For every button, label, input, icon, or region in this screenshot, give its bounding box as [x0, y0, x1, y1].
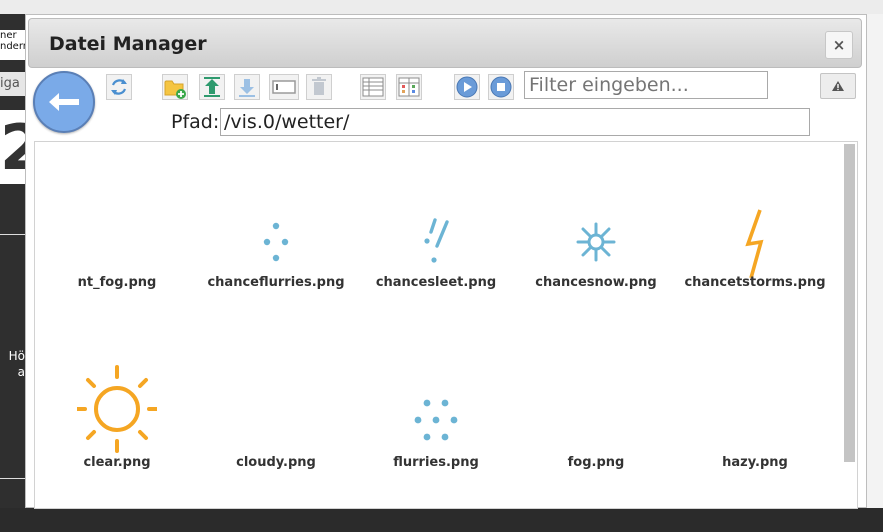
trash-icon: [306, 74, 332, 100]
file-item[interactable]: fog.png: [516, 362, 676, 532]
empty-thumbnail: [77, 182, 157, 282]
refresh-button[interactable]: [106, 73, 132, 101]
file-manager-dialog: Datei Manager × Filter eingeben... Pfad:…: [25, 14, 867, 509]
background-text-fragment: ner ndern:: [0, 30, 25, 60]
background-divider: [0, 478, 25, 479]
background-app-right: [867, 14, 883, 508]
file-item[interactable]: chanceflurries.png: [196, 182, 356, 352]
filter-input[interactable]: [524, 71, 768, 99]
table-view-icon: [396, 74, 422, 100]
file-item[interactable]: chancetstorms.png: [675, 182, 835, 352]
new-folder-button[interactable]: [162, 73, 188, 101]
dialog-titlebar[interactable]: Datei Manager ×: [28, 18, 862, 68]
file-name: flurries.png: [393, 455, 479, 470]
file-name: nt_fog.png: [77, 275, 157, 290]
back-button[interactable]: [33, 71, 95, 133]
file-name: clear.png: [83, 455, 151, 470]
upload-button[interactable]: [199, 73, 225, 101]
background-large-number: 2: [0, 110, 25, 184]
play-icon: [454, 74, 480, 100]
snowflake-icon: [576, 222, 616, 262]
path-label: Pfad:: [171, 111, 220, 133]
background-label-fragment: Hö a: [8, 349, 25, 379]
upload-icon: [199, 74, 225, 100]
path-input[interactable]: [220, 108, 810, 136]
rename-icon: [269, 74, 299, 100]
icon-view-button[interactable]: [396, 73, 422, 101]
refresh-icon: [106, 74, 132, 100]
list-view-button[interactable]: [360, 73, 386, 101]
dialog-title: Datei Manager: [49, 33, 207, 55]
stop-icon: [488, 74, 514, 100]
file-item[interactable]: flurries.png: [356, 362, 516, 532]
flurries-icon: [414, 399, 458, 441]
file-item[interactable]: clear.png: [37, 362, 197, 532]
empty-thumbnail: [715, 362, 795, 462]
scrollbar-thumb[interactable]: [844, 144, 855, 462]
file-name: hazy.png: [722, 455, 788, 470]
empty-thumbnail: [556, 362, 636, 462]
download-icon: [234, 74, 260, 100]
empty-thumbnail: [236, 362, 316, 462]
background-app-header: [0, 0, 883, 15]
file-item[interactable]: hazy.png: [675, 362, 835, 532]
sun-icon: [77, 365, 157, 453]
stop-button[interactable]: [488, 73, 514, 101]
file-item[interactable]: cloudy.png: [196, 362, 356, 532]
background-input-fragment: iga: [0, 72, 25, 96]
flurries-small-icon: [263, 222, 289, 262]
file-item[interactable]: chancesnow.png: [516, 182, 676, 352]
rename-button[interactable]: [269, 73, 299, 101]
file-item[interactable]: nt_fog.png: [37, 182, 197, 352]
warning-button[interactable]: [820, 73, 856, 99]
folder-add-icon: [162, 74, 188, 100]
warning-icon: [832, 81, 844, 91]
file-name: fog.png: [567, 455, 625, 470]
file-list: nt_fog.png chanceflurries.png chanceslee…: [34, 141, 858, 509]
file-name: chancetstorms.png: [684, 275, 826, 290]
file-name: chancesnow.png: [535, 275, 657, 290]
background-divider: [0, 234, 25, 235]
file-item[interactable]: chancesleet.png: [356, 182, 516, 352]
file-name: cloudy.png: [236, 455, 316, 470]
file-name: chanceflurries.png: [207, 275, 345, 290]
sleet-icon: [424, 218, 449, 263]
lightning-icon: [745, 209, 764, 279]
delete-button[interactable]: [306, 73, 332, 101]
arrow-left-icon: [49, 93, 79, 111]
play-button[interactable]: [454, 73, 480, 101]
file-name: chancesleet.png: [375, 275, 497, 290]
download-button[interactable]: [234, 73, 260, 101]
list-view-icon: [360, 74, 386, 100]
close-button[interactable]: ×: [825, 31, 853, 59]
